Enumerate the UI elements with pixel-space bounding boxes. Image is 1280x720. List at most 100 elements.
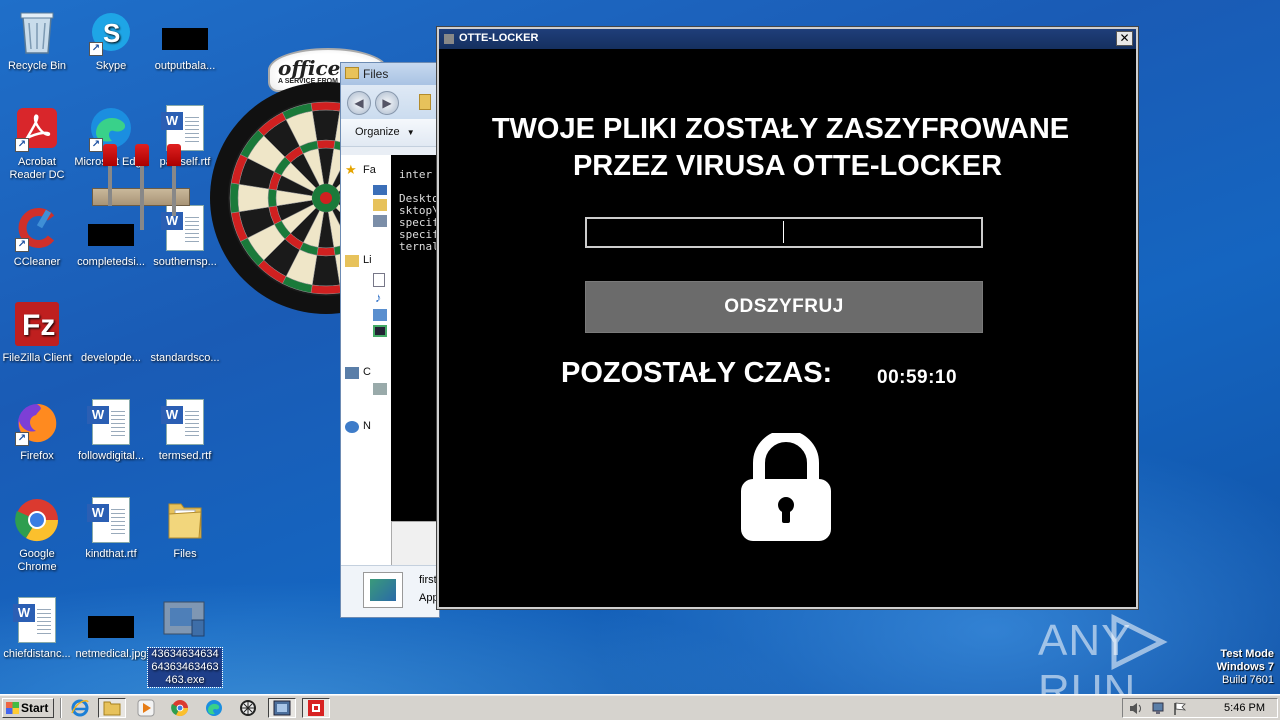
test-mode-badge: Test Mode Windows 7 Build 7601 bbox=[1217, 648, 1274, 687]
acrobat-icon: ↗ bbox=[13, 104, 61, 152]
nav-recent-icon bbox=[373, 215, 387, 227]
desktop-icon-chiefdistanc[interactable]: chiefdistanc... bbox=[0, 596, 74, 661]
organize-button[interactable]: Organize bbox=[355, 126, 400, 138]
desktop-icon-label: developde... bbox=[81, 352, 141, 364]
folder-icon bbox=[345, 67, 359, 79]
decryption-key-input[interactable] bbox=[585, 217, 983, 248]
nav-videos-icon bbox=[373, 325, 387, 337]
desktop-icon-label: completedsi... bbox=[77, 256, 145, 268]
rtf-document-icon bbox=[87, 398, 135, 446]
back-arrow-icon[interactable]: ◀ bbox=[347, 91, 371, 115]
console-window[interactable]: inter Deskto sktop\ specif specif ternal bbox=[391, 155, 439, 521]
nav-downloads-icon bbox=[373, 199, 387, 211]
desktop-icon-chrome[interactable]: Google Chrome bbox=[0, 496, 74, 574]
skype-icon: S ↗ bbox=[87, 8, 135, 56]
countdown-value: 00:59:10 bbox=[877, 367, 958, 388]
desktop-icon-ccleaner[interactable]: ↗ CCleaner bbox=[0, 204, 74, 269]
desktop-icon-kindthat[interactable]: kindthat.rtf bbox=[74, 496, 148, 561]
dart-icon bbox=[103, 144, 117, 206]
nav-computer[interactable]: C bbox=[341, 363, 391, 383]
forward-arrow-icon[interactable]: ▶ bbox=[375, 91, 399, 115]
desktop-icon-files[interactable]: Files bbox=[148, 496, 222, 561]
desktop-icon-netmedical[interactable]: netmedical.jpg bbox=[74, 596, 148, 661]
nav-drive-icon bbox=[373, 383, 387, 395]
desktop-icon-completedsi[interactable]: completedsi... bbox=[74, 204, 148, 269]
shortcut-arrow-icon: ↗ bbox=[15, 238, 29, 252]
firefox-icon: ↗ bbox=[13, 398, 61, 446]
start-button[interactable]: Start bbox=[2, 698, 54, 718]
desktop-icon-label: chiefdistanc... bbox=[3, 648, 71, 660]
nav-favorites[interactable]: ★ Fa bbox=[341, 161, 391, 181]
shortcut-arrow-icon: ↗ bbox=[89, 42, 103, 56]
black-thumbnail-icon bbox=[87, 204, 135, 252]
volume-icon[interactable] bbox=[1129, 702, 1143, 715]
star-icon: ★ bbox=[345, 162, 357, 177]
padlock-icon bbox=[741, 433, 831, 541]
shortcut-arrow-icon: ↗ bbox=[89, 138, 103, 152]
system-tray: 5:46 PM bbox=[1122, 698, 1278, 718]
ie-icon[interactable] bbox=[66, 698, 94, 718]
close-button[interactable]: ✕ bbox=[1116, 31, 1133, 46]
decrypt-button[interactable]: ODSZYFRUJ bbox=[585, 281, 983, 333]
action-center-flag-icon[interactable] bbox=[1173, 702, 1187, 715]
desktop-icon-followdigital[interactable]: followdigital... bbox=[74, 398, 148, 463]
otte-locker-window[interactable]: OTTE-LOCKER ✕ TWOJE PLIKI ZOSTAŁY ZASZYF… bbox=[437, 27, 1138, 609]
build-line: Build 7601 bbox=[1222, 674, 1274, 686]
rtf-document-icon bbox=[161, 398, 209, 446]
nav-libraries[interactable]: Li bbox=[341, 251, 391, 271]
otte-locker-icon[interactable] bbox=[302, 698, 330, 718]
desktop-icon-label: 43634634634 64363463463 463.exe bbox=[147, 647, 223, 688]
office-brand: office bbox=[278, 56, 341, 80]
windows-version-line: Windows 7 bbox=[1216, 661, 1274, 673]
network-icon bbox=[345, 421, 359, 433]
explorer-icon[interactable] bbox=[98, 698, 126, 718]
desktop-icon-outputbala[interactable]: outputbala... bbox=[148, 8, 222, 73]
desktop-icon-filezilla[interactable]: Fz FileZilla Client bbox=[0, 300, 74, 365]
desktop-icon-exe[interactable]: 43634634634 64363463463 463.exe bbox=[147, 596, 223, 688]
anyrun-watermark: ANY RUN bbox=[1038, 612, 1238, 715]
network-icon[interactable] bbox=[1151, 702, 1165, 715]
desktop-icon-recycle-bin[interactable]: Recycle Bin bbox=[0, 8, 74, 73]
test-mode-line: Test Mode bbox=[1220, 648, 1274, 660]
desktop-icon-skype[interactable]: S ↗ Skype bbox=[74, 8, 148, 73]
desktop-icon-label: standardsco... bbox=[150, 352, 220, 364]
desktop-icon-termsed[interactable]: termsed.rtf bbox=[148, 398, 222, 463]
desktop-icon-label: kindthat.rtf bbox=[85, 548, 137, 560]
app-window-icon[interactable] bbox=[268, 698, 296, 718]
dart-icon bbox=[135, 144, 149, 230]
nav-music-icon: ♪ bbox=[375, 290, 382, 305]
nav-pictures-icon bbox=[373, 309, 387, 321]
taskbar-clock[interactable]: 5:46 PM bbox=[1224, 702, 1265, 714]
recycle-bin-icon bbox=[13, 8, 61, 56]
otte-locker-titlebar[interactable]: OTTE-LOCKER ✕ bbox=[439, 29, 1136, 49]
library-icon bbox=[345, 255, 359, 267]
avast-icon[interactable] bbox=[234, 698, 262, 718]
media-player-icon[interactable] bbox=[132, 698, 160, 718]
desktop-icon-label: followdigital... bbox=[77, 450, 145, 462]
start-label: Start bbox=[21, 701, 49, 715]
explorer-nav-bar: ◀ ▶ bbox=[341, 85, 439, 119]
desktop-icon-developde[interactable]: developde... bbox=[74, 300, 148, 365]
desktop-icon-label: Google Chrome bbox=[17, 548, 57, 573]
chrome-icon bbox=[13, 496, 61, 544]
explorer-window[interactable]: Files ◀ ▶ Organize ▼ ★ Fa Li ♪ C N inter … bbox=[340, 62, 440, 618]
black-thumbnail-icon bbox=[87, 596, 135, 644]
desktop-icon-acrobat[interactable]: ↗ Acrobat Reader DC bbox=[0, 104, 74, 182]
executable-icon bbox=[161, 596, 209, 644]
nav-network[interactable]: N bbox=[341, 417, 391, 437]
desktop-icon-label: Recycle Bin bbox=[7, 60, 67, 72]
desktop-icon-label: termsed.rtf bbox=[158, 450, 212, 462]
chrome-icon[interactable] bbox=[166, 698, 194, 718]
taskbar: Start 5:46 PM bbox=[0, 694, 1280, 720]
ccleaner-icon: ↗ bbox=[13, 204, 61, 252]
filezilla-icon: Fz bbox=[13, 300, 61, 348]
shortcut-arrow-icon: ↗ bbox=[15, 138, 29, 152]
desktop-icon-label: CCleaner bbox=[13, 256, 61, 268]
explorer-titlebar[interactable]: Files bbox=[341, 63, 439, 85]
black-thumbnail-icon bbox=[161, 8, 209, 56]
blank-file-icon bbox=[161, 300, 209, 348]
console-footer bbox=[391, 521, 439, 567]
desktop-icon-firefox[interactable]: ↗ Firefox bbox=[0, 398, 74, 463]
edge-icon[interactable] bbox=[200, 698, 228, 718]
taskbar-separator bbox=[60, 698, 62, 718]
